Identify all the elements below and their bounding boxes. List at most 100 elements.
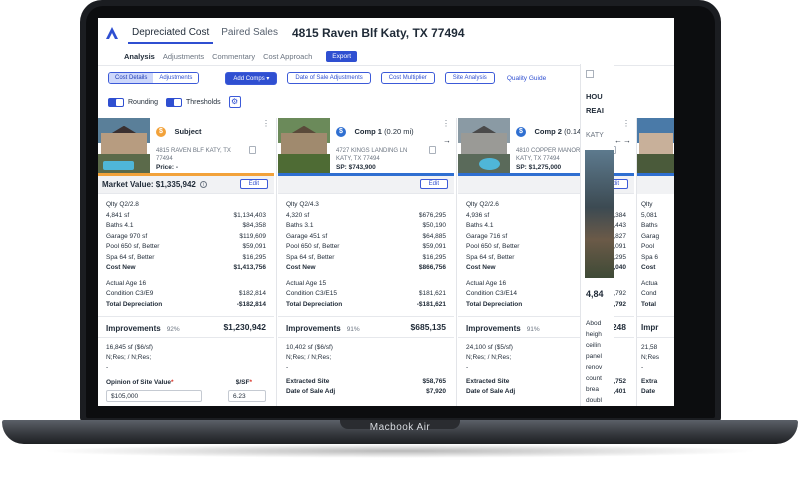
subject-photo[interactable] — [98, 118, 150, 173]
cost-row: Garage 451 sf $64,885 — [286, 232, 446, 240]
more-options-icon[interactable]: ⋮ — [622, 120, 630, 128]
rounding-toggle[interactable] — [108, 97, 124, 107]
quality-row: Qlty Q2/4.3 — [286, 201, 319, 208]
comp-sale-price: SP: $743,900 — [336, 164, 376, 171]
quality-guide-link[interactable]: Quality Guide — [507, 75, 546, 82]
extracted-site-row: Extracted Site $58,765 — [286, 378, 446, 385]
subtab-analysis[interactable]: Analysis — [124, 52, 155, 61]
partial-row: Garag — [641, 232, 660, 240]
segment-adjustments[interactable]: Adjustments — [153, 73, 199, 83]
market-value: Market Value: $1,335,942 — [102, 180, 196, 189]
detail-desc: ceilin — [586, 342, 601, 349]
partial-row: - — [641, 364, 644, 371]
improvements-row: Improvements 92% $1,230,942 — [98, 316, 274, 338]
partial-row: Extra — [641, 378, 658, 385]
detail-panel: HOU REAI KATY 4,84 Abod heigh ceilin pan… — [580, 64, 614, 406]
copy-icon[interactable] — [429, 146, 436, 154]
cost-row: Baths 3.1 $50,190 — [286, 222, 446, 229]
partial-row: Cost — [641, 264, 656, 271]
more-options-icon[interactable]: ⋮ — [442, 120, 450, 128]
market-value-bar: Market Value: $1,335,942 i Edit — [98, 176, 274, 194]
comp-sale-price: SP: $1,275,000 — [516, 164, 562, 171]
comp-badge-icon: $ — [516, 126, 526, 137]
segment-cost-details[interactable]: Cost Details — [109, 73, 154, 83]
detail-desc: heigh — [586, 331, 602, 338]
move-right-arrow-icon[interactable]: → — [623, 136, 631, 145]
subject-header: $ Subject 4815 RAVEN BLF KATY, TX 77494 … — [98, 118, 274, 176]
site-res: N;Res; / N;Res; — [286, 354, 332, 361]
detail-desc: brea — [586, 386, 600, 393]
move-left-arrow-icon[interactable]: ← — [614, 136, 622, 145]
comp-column-partial: Qlty 5,081 Baths Garag Pool Spa 6 Cost A… — [636, 118, 674, 406]
external-link-icon[interactable] — [586, 70, 594, 78]
subtab-adjustments[interactable]: Adjustments — [163, 52, 204, 61]
cost-new-row: Cost New $866,756 — [286, 264, 446, 271]
export-button[interactable]: Export — [326, 51, 358, 62]
subtab-commentary[interactable]: Commentary — [212, 52, 255, 61]
improvements-row: Improvements 91% $685,135 — [278, 316, 454, 338]
device-label: Macbook Air — [369, 422, 431, 433]
detail-desc: renov — [586, 364, 603, 371]
rounding-label: Rounding — [128, 98, 158, 106]
detail-desc: panel — [586, 353, 602, 360]
comp-photo[interactable] — [278, 118, 330, 173]
cost-row: 4,841 sf $1,134,403 — [106, 211, 266, 219]
comp-header: $ Comp 1 (0.20 mi) 4727 KINGS LANDING LN… — [278, 118, 454, 176]
cost-multiplier-button[interactable]: Cost Multiplier — [380, 72, 435, 84]
comp-site-section: 10,402 sf ($6/sf) N;Res; / N;Res; - Extr… — [278, 338, 454, 397]
site-per-sf-input[interactable]: 6.23 — [228, 390, 266, 402]
subject-price: Price: - — [156, 164, 179, 171]
site-value-input[interactable]: $105,000 — [106, 390, 202, 402]
comp-cost-rows: Qlty Q2/4.3 4,320 sf $676,295 Baths 3.1 $5… — [278, 194, 454, 310]
thresholds-label: Thresholds — [185, 98, 221, 106]
gear-icon[interactable]: ⚙ — [228, 96, 241, 108]
cost-row: Pool 650 sf, Better $59,091 — [286, 243, 446, 250]
age-row: Actual Age 16 — [106, 279, 147, 287]
partial-row: Date — [641, 388, 656, 395]
detail-size: 4,84 — [586, 289, 604, 299]
detail-title-2: REAI — [586, 106, 604, 115]
detail-desc: count — [586, 375, 602, 382]
condition-row: Condition C3/E15 $181,621 — [286, 290, 446, 297]
partial-row: Pool — [641, 243, 655, 250]
partial-row: 21,58 — [641, 344, 658, 351]
date-of-sale-adjustments-button[interactable]: Date of Sale Adjustments — [287, 72, 371, 84]
comp-address: 4727 KINGS LANDING LN KATY, TX 77494 — [336, 148, 408, 162]
partial-row: Total — [641, 300, 657, 308]
site-analysis-button[interactable]: Site Analysis — [444, 72, 495, 84]
comp-photo[interactable] — [458, 118, 510, 173]
add-comps-button[interactable]: Add Comps ▾ — [225, 71, 278, 85]
partial-row: N;Res — [641, 354, 660, 361]
subject-title: Subject — [174, 127, 202, 137]
date-of-sale-adj-row: Date of Sale Adj $7,920 — [286, 388, 446, 395]
detail-desc: Abod — [586, 320, 602, 327]
detail-title: HOU — [586, 92, 603, 101]
comp-edit-button[interactable]: Edit — [419, 179, 448, 189]
site-dash: - — [106, 364, 109, 371]
comp-photo[interactable] — [637, 118, 674, 173]
site-res: N;Res; / N;Res; — [106, 354, 152, 361]
more-options-icon[interactable]: ⋮ — [262, 120, 270, 128]
detail-photo[interactable] — [585, 150, 614, 278]
site-size: 10,402 sf ($6/sf) — [286, 344, 333, 351]
cost-row: Pool 650 sf, Better $59,091 — [106, 243, 266, 250]
subject-cost-rows: Qlty Q2/2.8 4,841 sf $1,134,403 Baths 4.1… — [98, 194, 274, 310]
info-icon[interactable]: i — [199, 181, 207, 188]
app-logo-icon[interactable] — [104, 25, 120, 41]
subject-site-section: 16,845 sf ($6/sf) N;Res; / N;Res; - Opin… — [98, 338, 274, 402]
cost-new-row: Cost New $1,413,756 — [106, 264, 266, 271]
subject-address: 4815 RAVEN BLF KATY, TX 77494 — [156, 148, 231, 162]
partial-row: Spa 6 — [641, 253, 658, 261]
subtab-cost-approach[interactable]: Cost Approach — [263, 52, 312, 61]
move-right-arrow-icon[interactable]: → — [443, 136, 451, 145]
tab-depreciated-cost[interactable]: Depreciated Cost — [128, 23, 214, 44]
cost-row: 4,320 sf $676,295 — [286, 211, 446, 219]
cost-row: Spa 64 sf, Better $16,295 — [286, 253, 446, 261]
subject-badge-icon: $ — [156, 126, 166, 137]
subject-edit-button[interactable]: Edit — [239, 179, 268, 189]
tab-paired-sales[interactable]: Paired Sales — [217, 23, 282, 44]
partial-impr: Impr — [641, 322, 659, 332]
site-size: 16,845 sf ($6/sf) — [106, 344, 153, 351]
copy-icon[interactable] — [249, 146, 256, 154]
thresholds-toggle[interactable] — [165, 97, 182, 107]
